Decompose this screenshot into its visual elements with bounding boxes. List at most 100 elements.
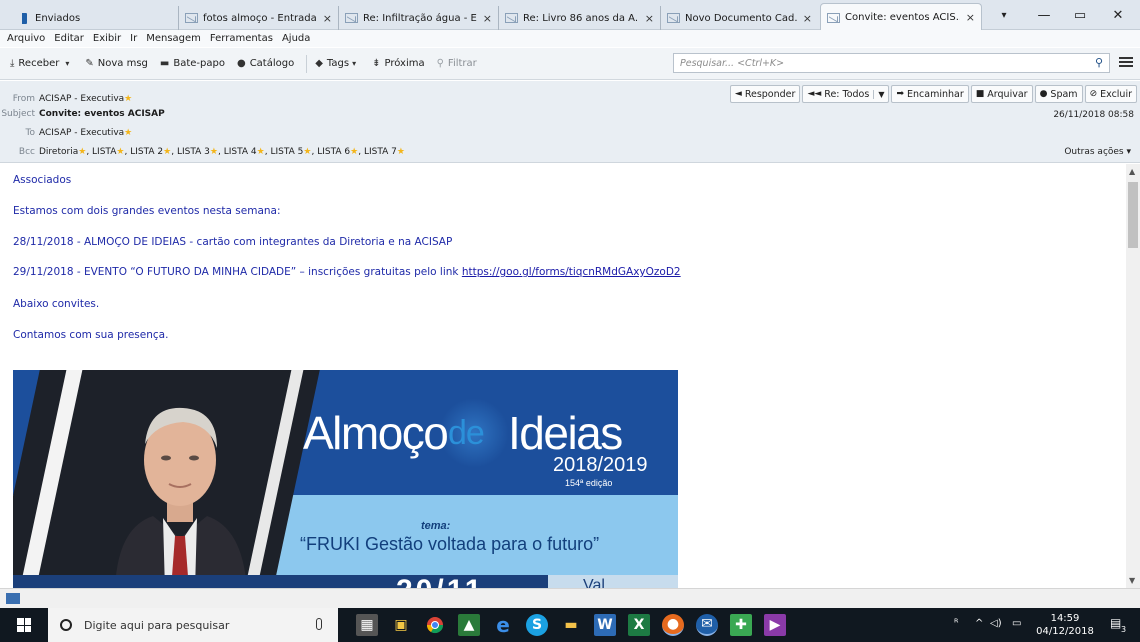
battery-icon[interactable]: ▭ <box>1012 618 1021 629</box>
search-input[interactable]: Pesquisar... <Ctrl+K> ⚲ <box>673 53 1110 73</box>
catalog-button[interactable]: ● Catálogo <box>237 58 294 69</box>
restore-button[interactable]: ▭ <box>1062 0 1098 30</box>
star-icon[interactable]: ★ <box>397 147 405 157</box>
notification-icon[interactable]: ▤ <box>1110 616 1121 630</box>
people-icon[interactable]: ᴿ <box>954 618 958 629</box>
tab-list-button[interactable]: ▾ <box>986 0 1022 30</box>
close-window-button[interactable]: ✕ <box>1100 0 1136 30</box>
search-icon[interactable]: ⚲ <box>1095 56 1103 69</box>
form-link[interactable]: https://goo.gl/forms/tiqcnRMdGAxyOzoD2 <box>462 266 681 278</box>
bcc-recipient[interactable]: LISTA 7 <box>364 147 397 157</box>
star-icon[interactable]: ★ <box>350 147 358 157</box>
tab-close-icon[interactable]: × <box>645 12 654 25</box>
search-ring-icon <box>60 619 72 631</box>
menu-ir[interactable]: Ir <box>130 33 137 44</box>
activity-icon[interactable] <box>6 593 20 604</box>
menu-ferramentas[interactable]: Ferramentas <box>210 33 273 44</box>
app-menu-button[interactable] <box>1119 55 1133 69</box>
bcc-recipient[interactable]: LISTA 3 <box>177 147 210 157</box>
filter-button[interactable]: ⚲ Filtrar <box>437 58 477 69</box>
menu-exibir[interactable]: Exibir <box>93 33 121 44</box>
word-icon[interactable]: W <box>594 614 616 636</box>
archive-button[interactable]: ■ Arquivar <box>970 85 1033 103</box>
tab-label: Novo Documento Cad... <box>685 12 797 24</box>
tags-button[interactable]: ◆ Tags ▾ <box>315 58 360 69</box>
tab-label: Re: Infiltração água - E... <box>363 12 477 24</box>
volume-icon[interactable]: ◁) <box>990 618 1002 629</box>
tray-expand-icon[interactable]: ^ <box>975 618 983 629</box>
minimize-button[interactable]: — <box>1026 0 1062 30</box>
chevron-down-icon[interactable]: ▼ <box>873 89 884 99</box>
bcc-recipient[interactable]: LISTA 2 <box>130 147 163 157</box>
bcc-recipient[interactable]: LISTA <box>92 147 116 157</box>
bcc-recipient[interactable]: LISTA 5 <box>270 147 303 157</box>
reply-button[interactable]: ◄ Responder <box>729 85 801 103</box>
tab-infiltracao[interactable]: Re: Infiltração água - E... × <box>338 6 498 30</box>
tab-livro[interactable]: Re: Livro 86 anos da A... × <box>498 6 660 30</box>
delete-button[interactable]: ⊘ Excluir <box>1084 85 1137 103</box>
star-icon[interactable]: ★ <box>124 94 132 104</box>
star-icon[interactable]: ★ <box>163 147 171 157</box>
next-button[interactable]: ⇟ Próxima <box>372 58 425 69</box>
star-icon[interactable]: ★ <box>78 147 86 157</box>
taskbar-search[interactable]: Digite aqui para pesquisar <box>48 608 338 642</box>
magnifier-icon: ⚲ <box>436 58 444 69</box>
thunderbird-icon[interactable]: ✉ <box>696 614 718 636</box>
scrollbar-thumb[interactable] <box>1128 182 1138 248</box>
message-date: 26/11/2018 08:58 <box>1053 110 1134 120</box>
star-icon[interactable]: ★ <box>303 147 311 157</box>
menu-mensagem[interactable]: Mensagem <box>146 33 201 44</box>
taskbar-search-placeholder: Digite aqui para pesquisar <box>84 618 230 632</box>
task-view-icon[interactable]: ▦ <box>356 614 378 636</box>
edge-icon[interactable]: e <box>492 613 514 637</box>
tab-close-icon[interactable]: × <box>803 12 812 25</box>
explorer-icon[interactable]: ▬ <box>560 614 582 636</box>
star-icon[interactable]: ★ <box>124 128 132 138</box>
reply-all-icon: ◄◄ <box>807 89 822 99</box>
star-icon[interactable]: ★ <box>257 147 265 157</box>
firefox-icon[interactable]: ● <box>662 614 684 636</box>
tab-close-icon[interactable]: × <box>966 11 975 24</box>
chrome-icon[interactable] <box>424 614 446 636</box>
chat-button[interactable]: ▬ Bate-papo <box>160 58 225 69</box>
tab-close-icon[interactable]: × <box>483 12 492 25</box>
scroll-down-icon[interactable]: ▼ <box>1129 576 1135 585</box>
new-msg-button[interactable]: ✎ Nova msg <box>85 58 148 69</box>
bcc-recipient[interactable]: LISTA 6 <box>317 147 350 157</box>
hamburger-line <box>1119 61 1133 63</box>
tab-label: Enviados <box>35 12 81 24</box>
menu-ajuda[interactable]: Ajuda <box>282 33 310 44</box>
menu-editar[interactable]: Editar <box>54 33 84 44</box>
start-button[interactable] <box>0 608 48 642</box>
reply-all-button[interactable]: ◄◄ Re: Todos ▼ <box>802 85 890 103</box>
taskbar-clock[interactable]: 14:59 04/12/2018 <box>1032 612 1098 638</box>
forward-button[interactable]: ➡ Encaminhar <box>891 85 969 103</box>
tab-novo-documento[interactable]: Novo Documento Cad... × <box>660 6 818 30</box>
star-icon[interactable]: ★ <box>116 147 124 157</box>
skype-icon[interactable]: S <box>526 614 548 636</box>
from-value[interactable]: ACISAP - Executiva <box>39 94 124 104</box>
excel-icon[interactable]: X <box>628 614 650 636</box>
bcc-recipient[interactable]: LISTA 4 <box>224 147 257 157</box>
store-icon[interactable]: ▣ <box>390 614 412 636</box>
spam-button[interactable]: ● Spam <box>1034 85 1083 103</box>
media-icon[interactable]: ▶ <box>764 614 786 636</box>
app-icon[interactable]: ✚ <box>730 614 752 636</box>
pencil-icon: ✎ <box>85 58 94 69</box>
tab-enviados[interactable]: Enviados <box>22 6 172 30</box>
receive-button[interactable]: ⤓ Receber ▾ <box>10 58 73 69</box>
tab-convite-active[interactable]: Convite: eventos ACIS... × <box>820 3 982 31</box>
bcc-recipient[interactable]: Diretoria <box>39 147 78 157</box>
scroll-up-icon[interactable]: ▲ <box>1129 167 1135 176</box>
to-value[interactable]: ACISAP - Executiva <box>39 128 124 138</box>
vertical-scrollbar[interactable]: ▲ ▼ <box>1126 164 1140 588</box>
star-icon[interactable]: ★ <box>210 147 218 157</box>
photos-icon[interactable]: ▲ <box>458 614 480 636</box>
tab-close-icon[interactable]: × <box>323 12 332 25</box>
bcc-label: Bcc <box>18 147 35 157</box>
microphone-icon[interactable] <box>316 618 322 630</box>
menu-arquivo[interactable]: Arquivo <box>7 33 45 44</box>
other-actions-button[interactable]: Outras ações ▾ <box>1064 147 1131 157</box>
catalog-label: Catálogo <box>249 58 295 69</box>
tab-fotos-almoco[interactable]: fotos almoço - Entrada × <box>178 6 338 30</box>
